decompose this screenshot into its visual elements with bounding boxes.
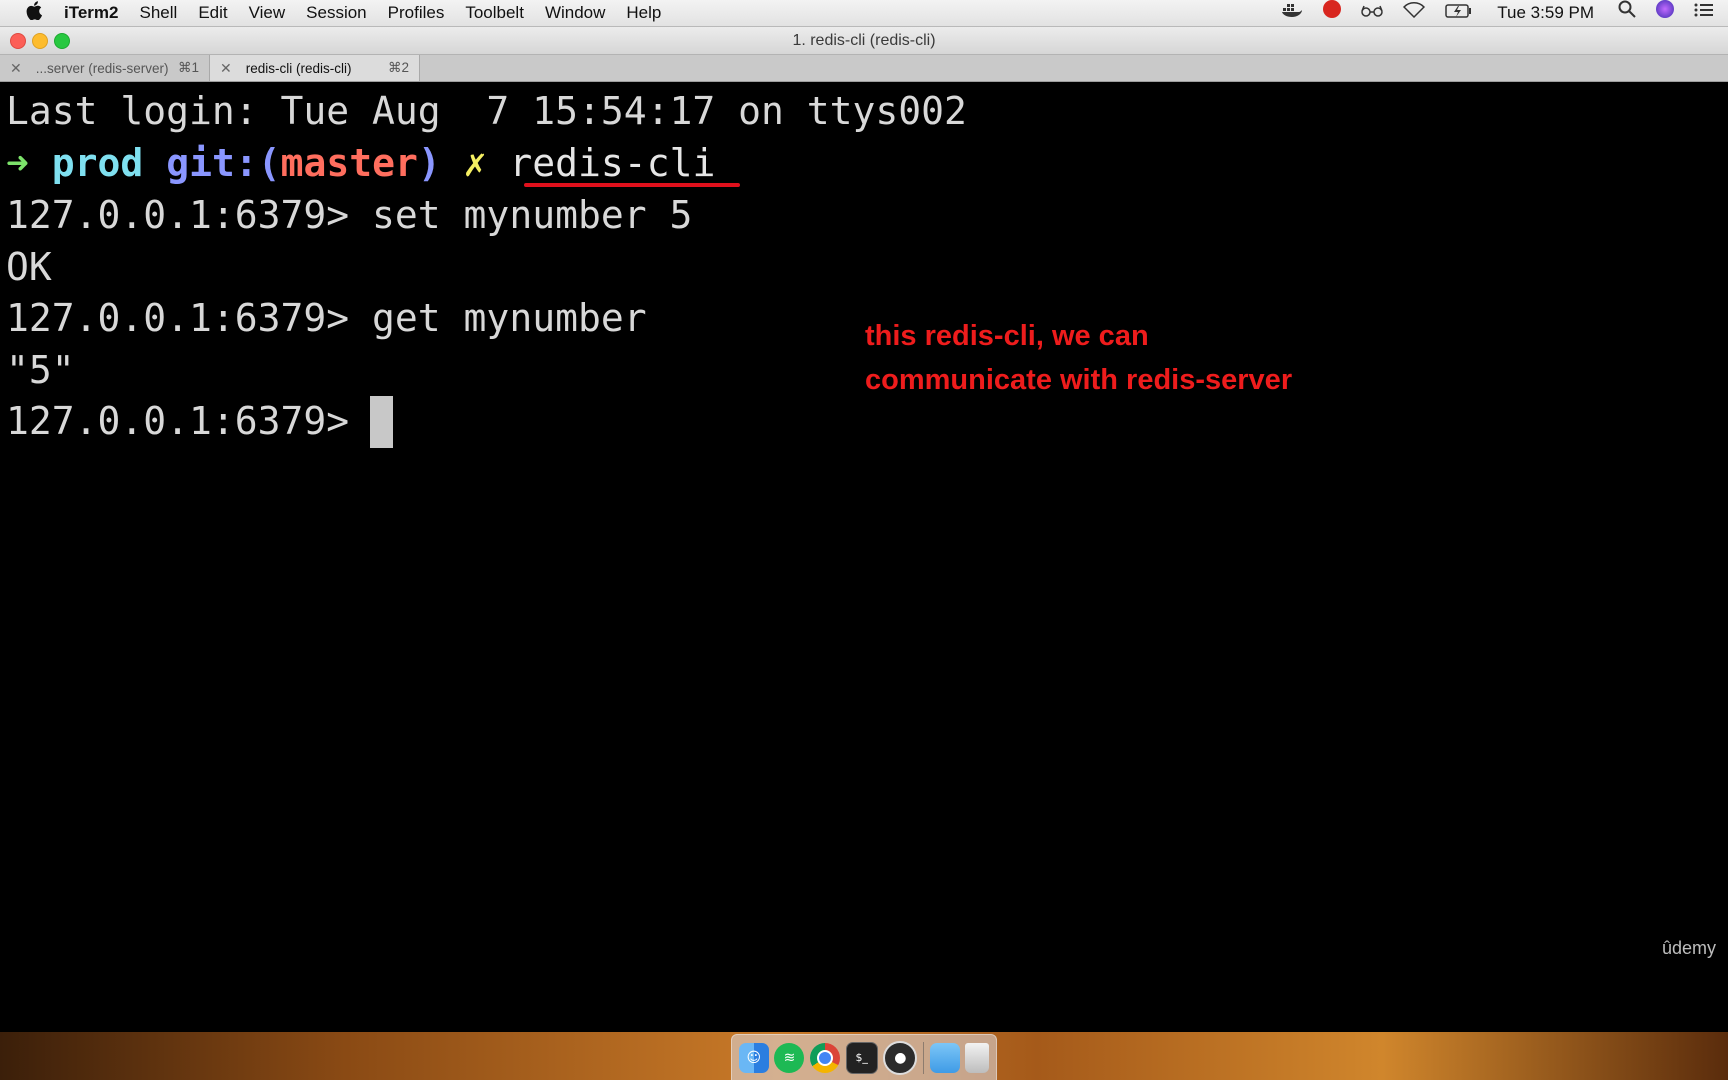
shell-prompt-line: ➜ prod git:(master) ✗ redis-cli [6, 137, 715, 189]
tab-label: redis-cli (redis-cli) [245, 60, 352, 76]
dock: ☺ ≋ $_ ● [731, 1034, 997, 1080]
menu-profiles[interactable]: Profiles [388, 3, 445, 23]
prompt-git-suffix: ) [417, 141, 441, 185]
tab-bar: ✕ ...server (redis-server) ⌘1 ✕ redis-cl… [0, 55, 1728, 82]
wifi-icon[interactable] [1403, 0, 1426, 26]
chrome-icon[interactable] [810, 1042, 841, 1073]
annotation-line-1: this redis-cli, we can [865, 320, 1149, 352]
menu-window[interactable]: Window [545, 3, 605, 23]
terminal-current-prompt: 127.0.0.1:6379> [6, 399, 373, 443]
terminal-line: 127.0.0.1:6379> get mynumber [6, 296, 647, 340]
finder-icon[interactable]: ☺ [738, 1042, 769, 1073]
tab-redis-server[interactable]: ✕ ...server (redis-server) ⌘1 [0, 55, 210, 81]
dock-separator [922, 1041, 924, 1074]
window-title: 1. redis-cli (redis-cli) [792, 32, 936, 49]
window-title-bar[interactable]: 1. redis-cli (redis-cli) [0, 27, 1728, 55]
menu-app-name[interactable]: iTerm2 [64, 3, 119, 23]
folder-icon[interactable] [929, 1042, 960, 1073]
menu-view[interactable]: View [249, 3, 286, 23]
close-icon[interactable]: ✕ [220, 60, 232, 77]
creative-cloud-icon[interactable] [1323, 0, 1342, 26]
menu-shell[interactable]: Shell [140, 3, 178, 23]
apple-icon[interactable] [22, 1, 46, 25]
prompt-arrow-icon: ➜ [6, 141, 29, 185]
menu-toolbelt[interactable]: Toolbelt [465, 3, 524, 23]
docker-icon[interactable] [1281, 0, 1303, 26]
trash-icon[interactable] [965, 1042, 990, 1073]
menu-edit[interactable]: Edit [198, 3, 227, 23]
last-login-line: Last login: Tue Aug 7 15:54:17 on ttys00… [6, 89, 967, 133]
search-icon[interactable] [1618, 0, 1636, 26]
menubar-clock[interactable]: Tue 3:59 PM [1497, 3, 1594, 23]
tab-label: ...server (redis-server) [35, 60, 169, 76]
prompt-git-prefix: git:( [166, 141, 281, 185]
tab-shortcut: ⌘2 [387, 60, 409, 75]
terminal-line: OK [6, 245, 52, 289]
menu-help[interactable]: Help [626, 3, 661, 23]
prompt-command: redis-cli [509, 141, 716, 185]
annotation-note: this redis-cli, we can communicate with … [865, 314, 1292, 402]
tab-shortcut: ⌘1 [177, 60, 199, 75]
terminal-line: 127.0.0.1:6379> set mynumber 5 [6, 193, 693, 237]
obs-icon[interactable]: ● [883, 1040, 918, 1075]
menu-bar: iTerm2 Shell Edit View Session Profiles … [0, 0, 1728, 27]
annotation-line-2: communicate with redis-server [865, 364, 1293, 396]
prompt-dirty-mark: ✗ [463, 141, 487, 185]
notification-center-icon[interactable] [1694, 0, 1714, 26]
terminal-icon[interactable]: $_ [845, 1041, 878, 1074]
terminal-area[interactable]: Last login: Tue Aug 7 15:54:17 on ttys00… [0, 82, 1728, 1032]
spotify-icon[interactable]: ≋ [774, 1042, 805, 1073]
udemy-watermark: ûdemy [1661, 938, 1716, 958]
menu-session[interactable]: Session [306, 3, 366, 23]
status-area: Tue 3:59 PM [1281, 0, 1714, 26]
tab-redis-cli[interactable]: ✕ redis-cli (redis-cli) ⌘2 [210, 55, 420, 81]
terminal-cursor [370, 396, 393, 448]
terminal-line: "5" [6, 348, 75, 392]
battery-charging-icon[interactable] [1445, 0, 1473, 26]
prompt-directory: prod [51, 141, 144, 185]
siri-icon[interactable] [1656, 0, 1674, 26]
close-icon[interactable]: ✕ [10, 60, 22, 77]
glasses-icon[interactable] [1361, 0, 1384, 26]
annotation-underline [524, 183, 740, 187]
prompt-git-branch: master [280, 141, 418, 185]
